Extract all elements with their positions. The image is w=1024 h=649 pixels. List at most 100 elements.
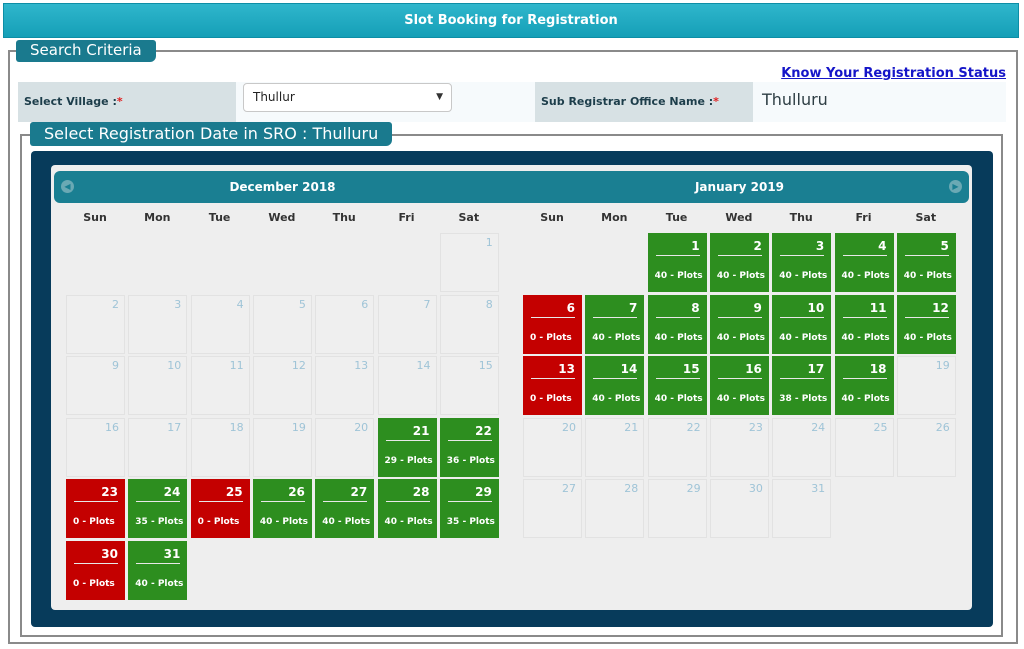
day-number: 3 — [174, 297, 182, 311]
day-divider — [655, 255, 700, 256]
calendar-day-available[interactable]: 8 40 - Plots — [647, 294, 707, 354]
day-number: 28 — [624, 482, 639, 495]
day-number: 15 — [478, 359, 493, 372]
calendar-day-disabled: 8 — [439, 294, 499, 354]
weekday-header: Mon — [601, 211, 628, 224]
page-title-bar: Slot Booking for Registration — [3, 3, 1019, 38]
month-title: January 2019 — [694, 180, 785, 194]
day-number: 5 — [298, 297, 306, 311]
calendar-day-available[interactable]: 9 40 - Plots — [709, 294, 769, 354]
day-number: 19 — [935, 359, 950, 372]
required-marker: * — [116, 95, 123, 108]
day-divider — [323, 501, 368, 502]
day-number: 13 — [354, 359, 369, 372]
day-divider — [198, 501, 243, 502]
day-number: 30 — [101, 546, 118, 561]
day-divider — [717, 378, 762, 379]
calendar-day-available[interactable]: 28 40 - Plots — [377, 479, 437, 538]
calendar-day-disabled: 17 — [128, 417, 188, 477]
day-number: 8 — [485, 297, 493, 311]
day-number: 14 — [620, 362, 638, 376]
calendar-day-disabled: 3 — [128, 294, 188, 354]
calendar-day-available[interactable]: 17 38 - Plots — [772, 356, 832, 415]
know-registration-status-link[interactable]: Know Your Registration Status — [781, 66, 1006, 81]
calendar-day-available[interactable]: 3 40 - Plots — [772, 233, 832, 292]
page-title: Slot Booking for Registration — [404, 13, 618, 28]
calendar-day-disabled: 29 — [647, 479, 707, 538]
plots-count: 40 - Plots — [259, 517, 308, 527]
day-number: 31 — [163, 546, 181, 561]
day-divider — [136, 562, 181, 564]
calendar-day-available[interactable]: 1 40 - Plots — [647, 233, 707, 292]
calendar-day-available[interactable]: 10 40 - Plots — [772, 294, 832, 354]
calendar-day-available[interactable]: 26 40 - Plots — [252, 479, 312, 538]
calendar-day-disabled: 20 — [523, 417, 582, 477]
weekday-header: Wed — [725, 211, 753, 224]
calendar-day-available[interactable]: 21 29 - Plots — [377, 417, 437, 477]
plots-count: 40 - Plots — [841, 271, 890, 281]
calendar-day-available[interactable]: 29 35 - Plots — [439, 479, 499, 538]
calendar-day-disabled: 22 — [647, 417, 707, 477]
plots-count: 35 - Plots — [446, 517, 495, 527]
weekday-header: Fri — [855, 211, 872, 224]
day-number: 14 — [416, 359, 431, 372]
calendar-day-disabled: 6 — [315, 294, 375, 354]
calendar-day-disabled: 1 — [439, 233, 499, 292]
day-divider — [74, 562, 118, 564]
calendar-day-available[interactable]: 5 40 - Plots — [896, 233, 956, 292]
sro-label: Sub Registrar Office Name :* — [535, 82, 753, 122]
calendar-day-available[interactable]: 31 40 - Plots — [128, 540, 188, 600]
calendar-day-available[interactable]: 4 40 - Plots — [834, 233, 894, 292]
day-number: 16 — [745, 362, 762, 376]
calendar-day-full: 6 0 - Plots — [523, 294, 582, 354]
calendar-day-full: 23 0 - Plots — [66, 479, 125, 538]
day-divider — [717, 255, 762, 256]
calendar-day-available[interactable]: 12 40 - Plots — [896, 294, 956, 354]
day-number: 22 — [686, 420, 701, 434]
day-number: 5 — [940, 239, 949, 253]
day-number: 6 — [361, 297, 369, 311]
day-number: 20 — [562, 420, 576, 434]
plots-count: 0 - Plots — [73, 517, 115, 527]
plots-count: 0 - Plots — [530, 332, 572, 343]
plots-count: 40 - Plots — [384, 517, 433, 527]
calendar-day-available[interactable]: 16 40 - Plots — [709, 356, 769, 415]
plots-count: 40 - Plots — [903, 271, 952, 281]
calendar-day-available[interactable]: 18 40 - Plots — [834, 356, 894, 415]
day-number: 1 — [485, 236, 493, 249]
calendar-day-available[interactable]: 15 40 - Plots — [647, 356, 707, 415]
calendar-day-disabled: 10 — [128, 356, 188, 415]
day-number: 18 — [869, 362, 887, 376]
day-divider — [74, 501, 118, 502]
calendar-day-available[interactable]: 7 40 - Plots — [585, 294, 645, 354]
next-month-icon[interactable]: ▶ — [949, 180, 962, 193]
day-number: 29 — [475, 485, 492, 499]
day-divider — [780, 378, 825, 379]
calendar-day-disabled: 13 — [315, 356, 375, 415]
calendar-day-available[interactable]: 27 40 - Plots — [315, 479, 375, 538]
day-divider — [655, 316, 700, 318]
plots-count: 40 - Plots — [135, 578, 184, 589]
calendar-day-disabled: 18 — [190, 417, 250, 477]
calendar-day-disabled: 25 — [834, 417, 894, 477]
calendar-day-available[interactable]: 24 35 - Plots — [128, 479, 188, 538]
day-number: 12 — [932, 300, 949, 315]
calendar-day-available[interactable]: 22 36 - Plots — [439, 417, 499, 477]
day-number: 23 — [748, 420, 763, 434]
day-number: 12 — [291, 359, 306, 372]
required-marker: * — [713, 95, 719, 108]
calendar-day-available[interactable]: 11 40 - Plots — [834, 294, 894, 354]
day-divider — [385, 501, 430, 502]
plots-count: 40 - Plots — [592, 332, 641, 343]
calendar-day-disabled: 27 — [523, 479, 582, 538]
day-divider — [717, 316, 762, 318]
calendar-container: ◀ December 2018 January 2019 ▶ Sun Mon Tue… — [31, 151, 993, 627]
calendar-day-disabled: 21 — [585, 417, 645, 477]
calendar-day-full: 25 0 - Plots — [190, 479, 250, 538]
calendar-day-available[interactable]: 2 40 - Plots — [709, 233, 769, 292]
weekday-header: Wed — [268, 211, 296, 224]
day-divider — [904, 255, 949, 256]
calendar-day-disabled: 9 — [66, 356, 125, 415]
village-select[interactable]: Thullur ▼ — [243, 83, 452, 112]
calendar-day-available[interactable]: 14 40 - Plots — [585, 356, 645, 415]
